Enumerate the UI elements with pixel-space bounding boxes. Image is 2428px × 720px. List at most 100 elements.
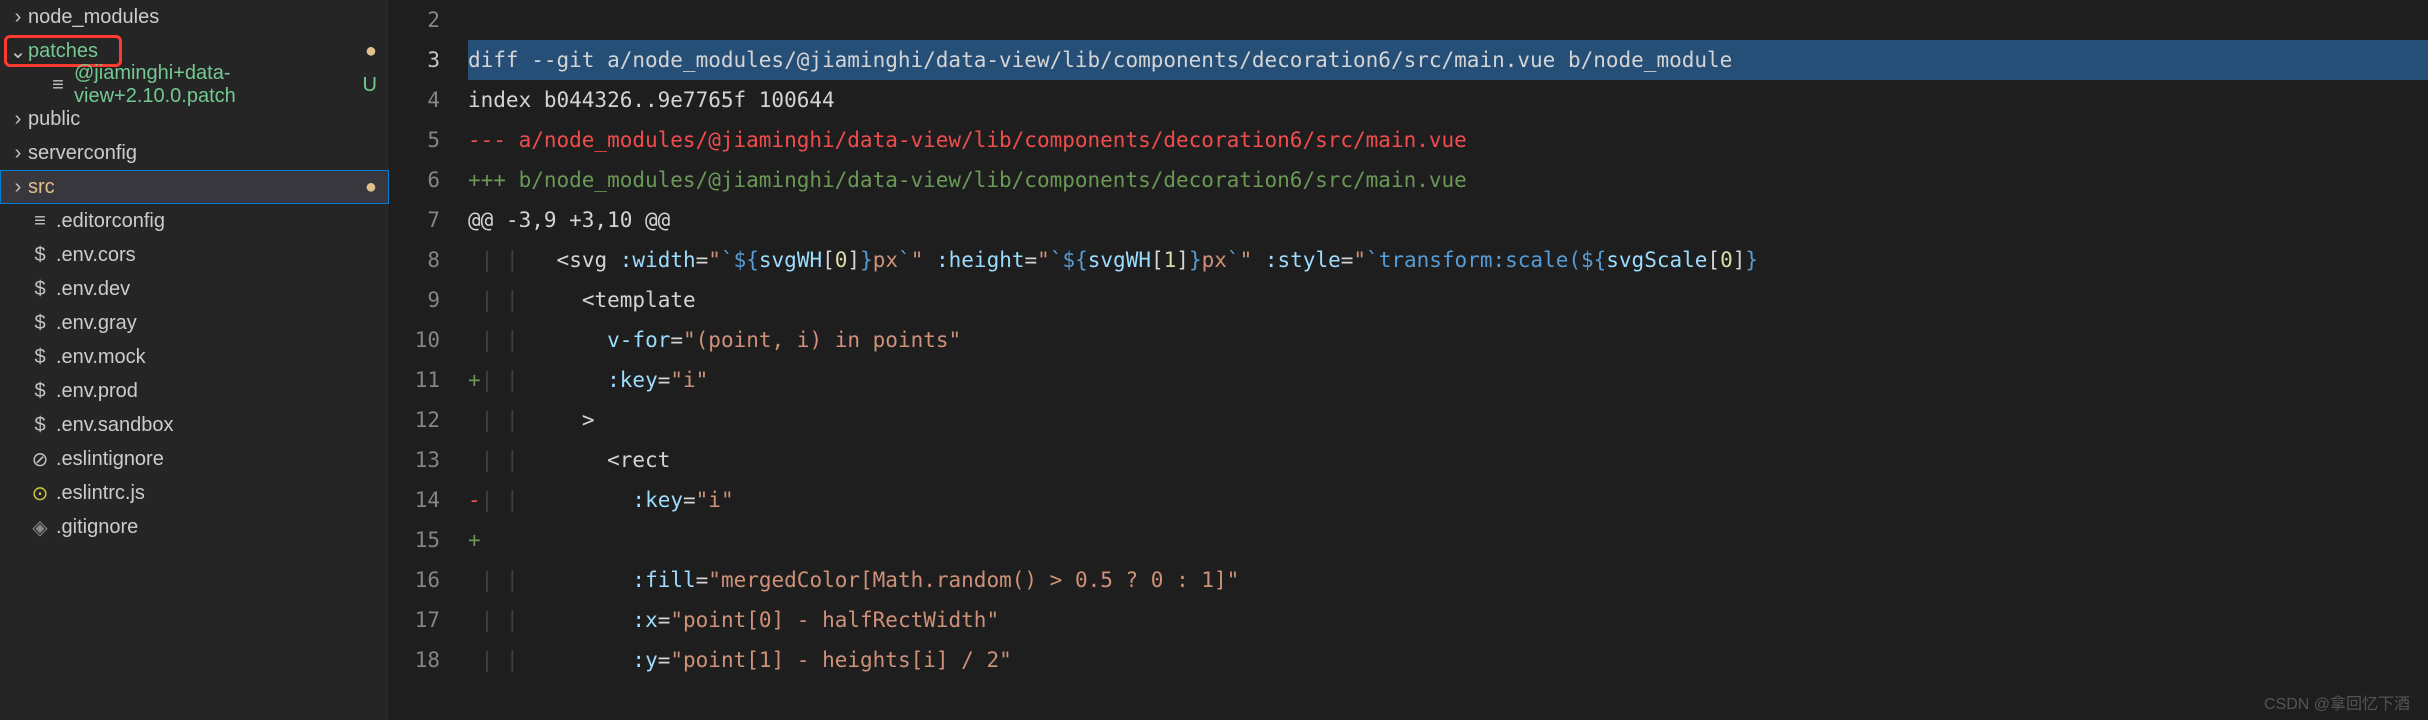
line-number: 17 — [390, 600, 440, 640]
tree-item-label: .env.gray — [56, 312, 357, 335]
code-text: @@ -3,9 +3,10 @@ — [468, 208, 670, 232]
line-number: 18 — [390, 640, 440, 680]
line-number: 13 — [390, 440, 440, 480]
chevron-icon: › — [8, 142, 28, 165]
file-type-icon: $ — [28, 278, 52, 301]
file-type-icon: $ — [28, 414, 52, 437]
chevron-icon: › — [8, 176, 28, 199]
line-number: 11 — [390, 360, 440, 400]
tree-file[interactable]: $.env.sandbox — [0, 408, 389, 442]
code-text: | | <rect — [468, 448, 670, 472]
code-text: | | :fill="mergedColor[Math.random() > 0… — [468, 568, 1239, 592]
file-type-icon: ◈ — [28, 515, 52, 540]
code-line[interactable]: | | <svg :width="`${svgWH[0]}px`" :heigh… — [468, 240, 2428, 280]
code-line[interactable]: +++ b/node_modules/@jiaminghi/data-view/… — [468, 160, 2428, 200]
chevron-icon: › — [8, 6, 28, 29]
line-number: 14 — [390, 480, 440, 520]
tree-file[interactable]: $.env.dev — [0, 272, 389, 306]
tree-item-label: .eslintrc.js — [56, 482, 357, 505]
code-line[interactable]: @@ -3,9 +3,10 @@ — [468, 200, 2428, 240]
tree-folder[interactable]: ›serverconfig — [0, 136, 389, 170]
tree-item-label: public — [28, 108, 357, 131]
line-number: 15 — [390, 520, 440, 560]
code-text: | | > — [468, 408, 594, 432]
tree-item-label: .eslintignore — [56, 448, 357, 471]
line-number: 5 — [390, 120, 440, 160]
code-text: --- a/node_modules/@jiaminghi/data-view/… — [468, 128, 1467, 152]
code-text: -| | :key="i" — [468, 488, 734, 512]
code-line[interactable]: --- a/node_modules/@jiaminghi/data-view/… — [468, 120, 2428, 160]
code-line[interactable]: | | :fill="mergedColor[Math.random() > 0… — [468, 560, 2428, 600]
line-number: 3 — [390, 40, 440, 80]
line-number: 9 — [390, 280, 440, 320]
file-type-icon: $ — [28, 244, 52, 267]
tree-item-label: .env.sandbox — [56, 414, 357, 437]
tree-file[interactable]: ⊙.eslintrc.js — [0, 476, 389, 510]
tree-item-label: .env.prod — [56, 380, 357, 403]
tree-file[interactable]: ◈.gitignore — [0, 510, 389, 544]
tree-item-label: src — [28, 176, 357, 199]
code-line[interactable]: diff --git a/node_modules/@jiaminghi/dat… — [468, 40, 2428, 80]
tree-folder[interactable]: ›node_modules — [0, 0, 389, 34]
code-line[interactable]: | | > — [468, 400, 2428, 440]
line-number: 12 — [390, 400, 440, 440]
tree-folder[interactable]: ›public — [0, 102, 389, 136]
line-number: 2 — [390, 0, 440, 40]
line-number: 4 — [390, 80, 440, 120]
line-number: 16 — [390, 560, 440, 600]
git-status-badge: U — [357, 74, 377, 97]
tree-item-label: serverconfig — [28, 142, 357, 165]
code-line[interactable]: -| | :key="i" — [468, 480, 2428, 520]
tree-item-label: .gitignore — [56, 516, 357, 539]
git-status-badge: ● — [357, 40, 377, 63]
tree-file[interactable]: ≡.editorconfig — [0, 204, 389, 238]
code-line[interactable]: +| | :key="i" — [468, 360, 2428, 400]
code-line[interactable]: | | :y="point[1] - heights[i] / 2" — [468, 640, 2428, 680]
tree-item-label: .env.dev — [56, 278, 357, 301]
file-explorer-sidebar: ›node_modules⌄patches●≡@jiaminghi+data-v… — [0, 0, 390, 720]
file-type-icon: $ — [28, 312, 52, 335]
code-text: + — [468, 528, 481, 552]
code-line[interactable]: | | v-for="(point, i) in points" — [468, 320, 2428, 360]
tree-item-label: .editorconfig — [56, 210, 357, 233]
code-text: | | <template — [468, 288, 696, 312]
file-type-icon: ≡ — [46, 74, 70, 97]
code-line[interactable]: | | <template — [468, 280, 2428, 320]
code-line[interactable] — [468, 0, 2428, 40]
file-type-icon: ⊘ — [28, 447, 52, 472]
file-type-icon: ≡ — [28, 210, 52, 233]
line-number: 10 — [390, 320, 440, 360]
line-number: 8 — [390, 240, 440, 280]
file-type-icon: $ — [28, 380, 52, 403]
code-text: | | v-for="(point, i) in points" — [468, 328, 961, 352]
file-type-icon: $ — [28, 346, 52, 369]
tree-file[interactable]: ⊘.eslintignore — [0, 442, 389, 476]
code-area[interactable]: diff --git a/node_modules/@jiaminghi/dat… — [468, 0, 2428, 720]
tree-folder[interactable]: ›src● — [0, 170, 389, 204]
code-line[interactable]: | | :x="point[0] - halfRectWidth" — [468, 600, 2428, 640]
tree-file[interactable]: $.env.mock — [0, 340, 389, 374]
tree-file[interactable]: ≡@jiaminghi+data-view+2.10.0.patchU — [0, 68, 389, 102]
line-number: 6 — [390, 160, 440, 200]
code-line[interactable]: + — [468, 520, 2428, 560]
code-text: diff --git a/node_modules/@jiaminghi/dat… — [468, 48, 1732, 72]
code-line[interactable]: | | <rect — [468, 440, 2428, 480]
code-text: +++ b/node_modules/@jiaminghi/data-view/… — [468, 168, 1467, 192]
tree-file[interactable]: $.env.gray — [0, 306, 389, 340]
tree-file[interactable]: $.env.prod — [0, 374, 389, 408]
code-text: | | :x="point[0] - halfRectWidth" — [468, 608, 999, 632]
tree-item-label: node_modules — [28, 6, 357, 29]
watermark-text: CSDN @拿回忆下酒 — [2264, 690, 2410, 714]
chevron-icon: › — [8, 108, 28, 131]
tree-file[interactable]: $.env.cors — [0, 238, 389, 272]
tree-item-label: patches — [28, 40, 357, 63]
code-text: | | :y="point[1] - heights[i] / 2" — [468, 648, 1012, 672]
tree-item-label: .env.cors — [56, 244, 357, 267]
code-line[interactable]: index b044326..9e7765f 100644 — [468, 80, 2428, 120]
git-status-badge: ● — [357, 176, 377, 199]
editor-pane: 23456789101112131415161718 diff --git a/… — [390, 0, 2428, 720]
code-text: index b044326..9e7765f 100644 — [468, 88, 835, 112]
line-number-gutter: 23456789101112131415161718 — [390, 0, 468, 720]
file-type-icon: ⊙ — [28, 481, 52, 506]
line-number: 7 — [390, 200, 440, 240]
